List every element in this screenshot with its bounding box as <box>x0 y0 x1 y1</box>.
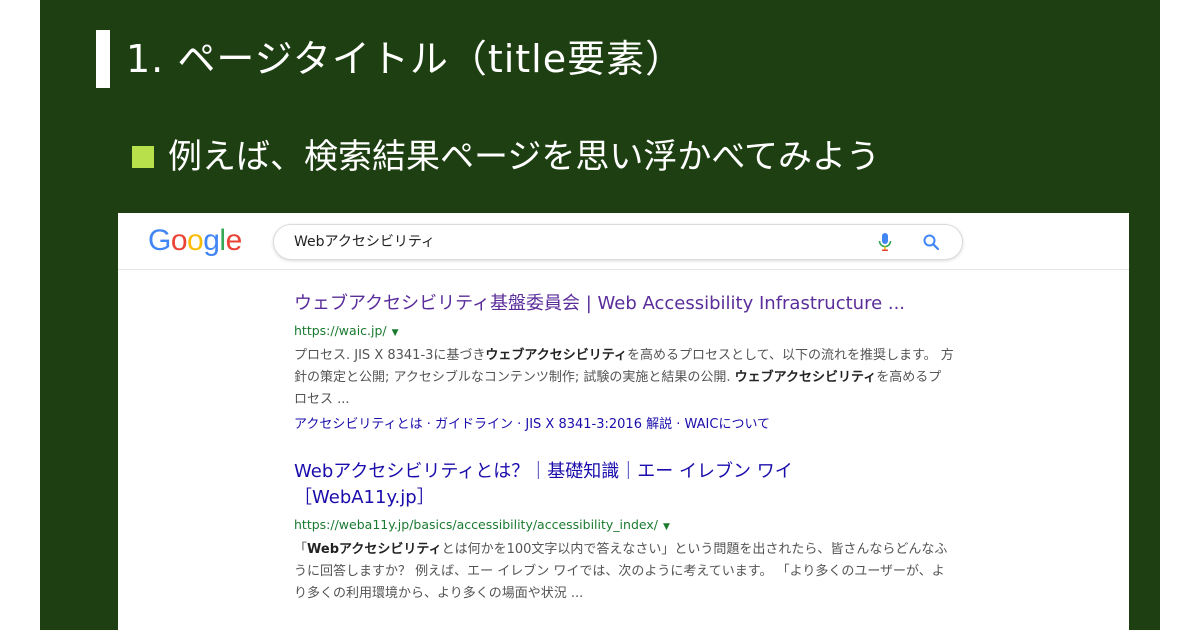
result-url-text: https://weba11y.jp/basics/accessibility/… <box>294 517 658 532</box>
google-logo[interactable]: Google <box>148 223 242 259</box>
logo-letter: g <box>203 224 220 257</box>
snippet-highlight: Webアクセシビリティ <box>307 542 442 557</box>
search-results-screenshot: Google Webアクセシビリティ ウェブアクセシビリティ基盤委員会 | We… <box>118 213 1129 630</box>
logo-letter: o <box>187 224 204 257</box>
result-url: https://waic.jp/ ▼ <box>294 321 974 343</box>
caret-down-icon[interactable]: ▼ <box>392 328 399 338</box>
search-query: Webアクセシビリティ <box>294 234 435 250</box>
logo-letter: o <box>170 224 188 257</box>
search-result: ウェブアクセシビリティ基盤委員会 | Web Accessibility Inf… <box>294 291 974 435</box>
result-snippet: 「Webアクセシビリティとは何かを100文字以内で答えなさい」という問題を出され… <box>294 539 954 605</box>
search-header: Google Webアクセシビリティ <box>118 213 1129 270</box>
caret-down-icon[interactable]: ▼ <box>663 522 670 532</box>
bullet-text: 例えば、検索結果ページを思い浮かべてみよう <box>168 137 880 177</box>
search-input[interactable]: Webアクセシビリティ <box>273 224 963 260</box>
logo-letter: G <box>148 224 171 257</box>
snippet-text: 「 <box>294 542 308 557</box>
result-url-text: https://waic.jp/ <box>294 323 387 338</box>
bullet-square-icon <box>132 146 154 168</box>
result-snippet: プロセス. JIS X 8341-3に基づきウェブアクセシビリティを高めるプロセ… <box>294 345 954 411</box>
result-title-link[interactable]: Webアクセシビリティとは？｜基礎知識｜エー イレブン ワイ［WebA11y.j… <box>294 459 894 511</box>
snippet-text: プロセス. JIS X 8341-3に基づき <box>294 348 486 363</box>
result-sitelinks[interactable]: アクセシビリティとは · ガイドライン · JIS X 8341-3:2016 … <box>294 415 974 435</box>
snippet-highlight: ウェブアクセシビリティ <box>485 348 627 363</box>
search-result: Webアクセシビリティとは？｜基礎知識｜エー イレブン ワイ［WebA11y.j… <box>294 459 974 605</box>
slide: 1. ページタイトル（title要素） 例えば、検索結果ページを思い浮かべてみよ… <box>40 0 1160 630</box>
logo-letter: e <box>225 224 243 257</box>
search-icon[interactable] <box>922 233 940 251</box>
title-accent-bar <box>96 30 110 88</box>
result-title-link[interactable]: ウェブアクセシビリティ基盤委員会 | Web Accessibility Inf… <box>294 291 974 317</box>
mic-icon[interactable] <box>878 233 892 251</box>
snippet-highlight: ウェブアクセシビリティ <box>734 370 877 385</box>
slide-title: 1. ページタイトル（title要素） <box>126 37 685 81</box>
result-url: https://weba11y.jp/basics/accessibility/… <box>294 515 974 537</box>
